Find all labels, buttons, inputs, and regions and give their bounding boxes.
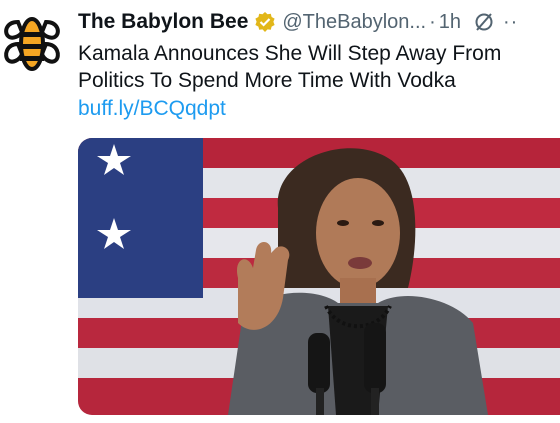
author-handle[interactable]: @TheBabylon... bbox=[282, 11, 426, 34]
verified-badge-icon[interactable] bbox=[254, 11, 276, 33]
more-options-icon[interactable]: ·· bbox=[503, 11, 518, 34]
tweet-text: Kamala Announces She Will Step Away From… bbox=[78, 42, 502, 92]
babylon-bee-logo-icon bbox=[4, 17, 60, 71]
photo-icon bbox=[78, 138, 560, 415]
timestamp[interactable]: 1h bbox=[439, 11, 461, 34]
author-name[interactable]: The Babylon Bee bbox=[78, 10, 248, 34]
tweet-link[interactable]: buff.ly/BCQqdpt bbox=[78, 97, 226, 121]
tweet-header: The Babylon Bee @TheBabylon... · 1h ·· bbox=[78, 6, 560, 38]
separator-dot: · bbox=[429, 10, 436, 33]
tweet-media-image[interactable] bbox=[78, 138, 560, 415]
author-avatar[interactable] bbox=[2, 14, 62, 74]
grok-icon[interactable] bbox=[473, 11, 495, 33]
